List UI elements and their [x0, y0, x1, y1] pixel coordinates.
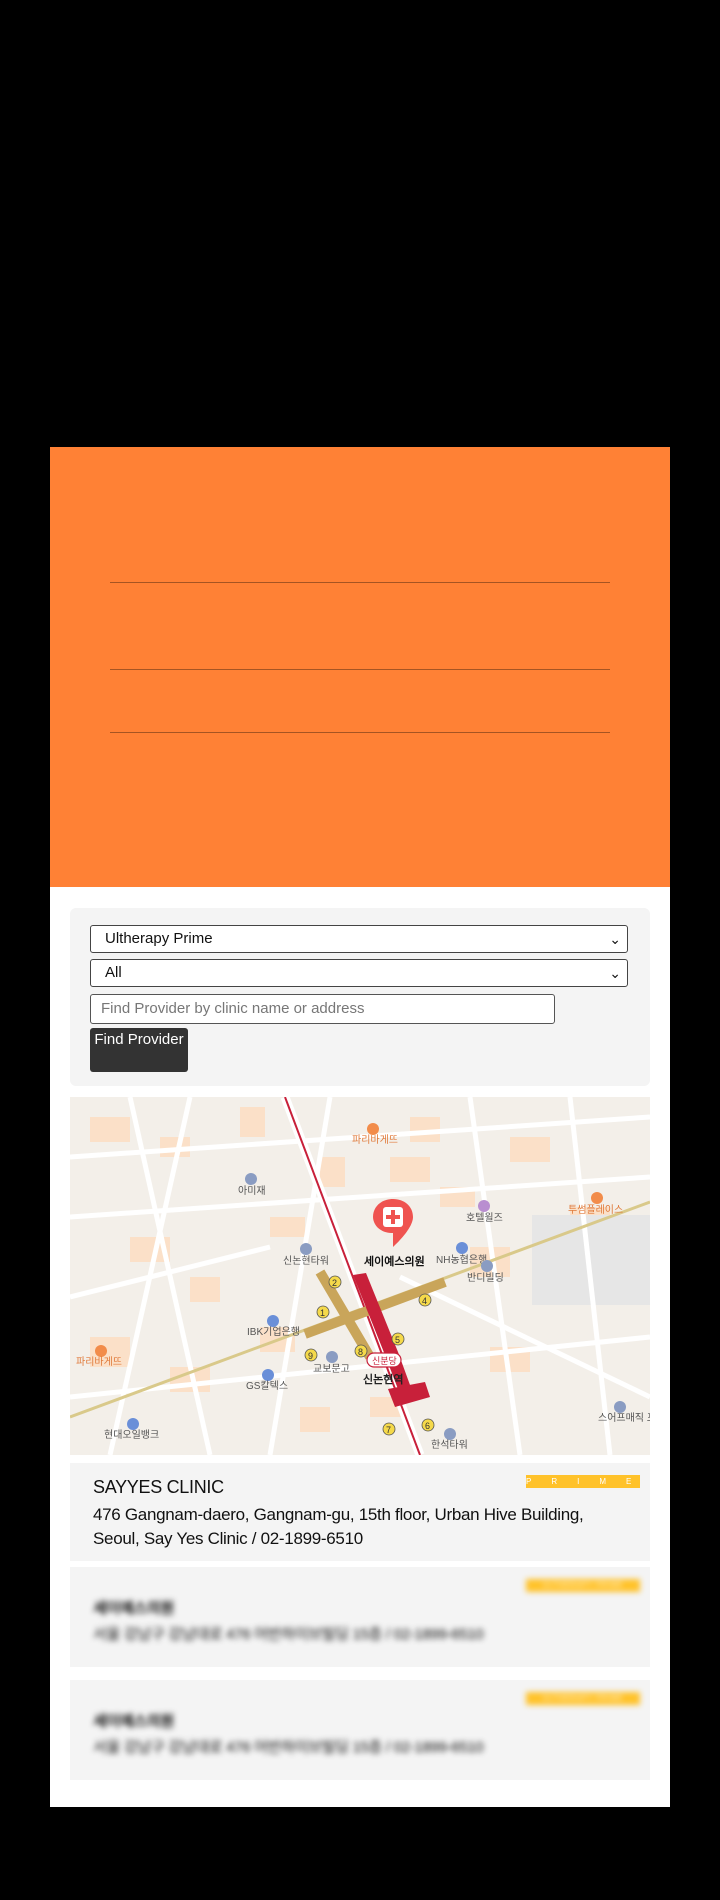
result-card[interactable]: ULTHERAPY PRIME 세이예스의원 서울 강남구 강남대로 476 어…	[70, 1680, 650, 1780]
svg-text:8: 8	[358, 1347, 363, 1357]
svg-text:파리바게뜨: 파리바게뜨	[76, 1356, 122, 1368]
station-badge-label: 신분당	[372, 1356, 397, 1366]
find-provider-label: Find Provider	[94, 1031, 184, 1048]
map-canvas[interactable]: 2 1 4 5 6 7 8 9 파리바게뜨 아미재 호텔윌즈 투썸플레이스 신논…	[70, 1097, 650, 1455]
svg-text:7: 7	[386, 1425, 391, 1435]
svg-text:9: 9	[308, 1351, 313, 1361]
region-select-value: All	[105, 964, 122, 981]
product-select[interactable]: Ultherapy Prime ⌄	[90, 925, 628, 953]
clinic-marker-icon[interactable]	[373, 1199, 413, 1247]
divider	[110, 732, 610, 733]
provider-search-placeholder: Find Provider by clinic name or address	[101, 1000, 365, 1017]
chevron-down-icon: ⌄	[609, 965, 621, 981]
svg-text:교보문고: 교보문고	[313, 1363, 350, 1375]
prime-badge: PRIME	[526, 1475, 640, 1488]
clinic-name: 세이예스의원	[93, 1713, 175, 1730]
clinic-name: 세이예스의원	[93, 1600, 175, 1617]
main-panel: Ultherapy Prime ⌄ All ⌄ Find Provider by…	[50, 447, 670, 1807]
svg-text:NH농협은행: NH농협은행	[436, 1253, 487, 1266]
svg-text:스어프매직 포레스트: 스어프매직 포레스트	[598, 1412, 650, 1424]
chevron-down-icon: ⌄	[609, 931, 621, 947]
find-provider-button[interactable]: Find Provider	[90, 1028, 188, 1072]
svg-text:5: 5	[395, 1335, 400, 1345]
svg-text:한석타워: 한석타워	[431, 1438, 468, 1451]
prime-badge: ULTHERAPY PRIME	[526, 1579, 640, 1592]
search-panel: Ultherapy Prime ⌄ All ⌄ Find Provider by…	[70, 908, 650, 1086]
result-card[interactable]: ULTHERAPY PRIME 세이예스의원 서울 강남구 강남대로 476 어…	[70, 1567, 650, 1667]
svg-text:호텔윌즈: 호텔윌즈	[466, 1212, 503, 1224]
clinic-address: 서울 강남구 강남대로 476 어반하이브빌딩 15층 / 02-1899-65…	[93, 1739, 484, 1756]
clinic-address: 서울 강남구 강남대로 476 어반하이브빌딩 15층 / 02-1899-65…	[93, 1626, 484, 1643]
region-select[interactable]: All ⌄	[90, 959, 628, 987]
svg-text:신논현타워: 신논현타워	[283, 1254, 329, 1267]
svg-text:4: 4	[422, 1296, 427, 1306]
map-view[interactable]: 2 1 4 5 6 7 8 9 파리바게뜨 아미재 호텔윌즈 투썸플레이스 신논…	[70, 1097, 650, 1455]
svg-text:1: 1	[320, 1308, 325, 1318]
svg-text:투썸플레이스: 투썸플레이스	[568, 1204, 623, 1216]
svg-text:현대오일뱅크: 현대오일뱅크	[104, 1429, 159, 1441]
prime-badge: ULTHERAPY PRIME	[526, 1692, 640, 1705]
divider	[110, 582, 610, 583]
svg-text:IBK기업은행: IBK기업은행	[247, 1325, 300, 1338]
svg-text:반디빌딩: 반디빌딩	[467, 1272, 504, 1284]
hero-banner	[50, 447, 670, 887]
svg-text:파리바게뜨: 파리바게뜨	[352, 1134, 398, 1146]
svg-text:아미재: 아미재	[238, 1185, 266, 1197]
divider	[110, 669, 610, 670]
station-platform	[353, 1273, 410, 1389]
clinic-marker-label: 세이예스의원	[364, 1254, 425, 1268]
svg-text:6: 6	[425, 1421, 430, 1431]
svg-text:2: 2	[332, 1278, 337, 1288]
clinic-address: 476 Gangnam-daero, Gangnam-gu, 15th floo…	[93, 1505, 584, 1548]
product-select-value: Ultherapy Prime	[105, 930, 213, 947]
provider-search-input[interactable]: Find Provider by clinic name or address	[90, 994, 555, 1024]
svg-text:GS칼텍스: GS칼텍스	[246, 1379, 288, 1392]
station-label: 신논현역	[363, 1372, 403, 1386]
clinic-name: SAYYES CLINIC	[93, 1477, 224, 1497]
result-card[interactable]: SAYYES CLINIC PRIME 476 Gangnam-daero, G…	[70, 1463, 650, 1561]
